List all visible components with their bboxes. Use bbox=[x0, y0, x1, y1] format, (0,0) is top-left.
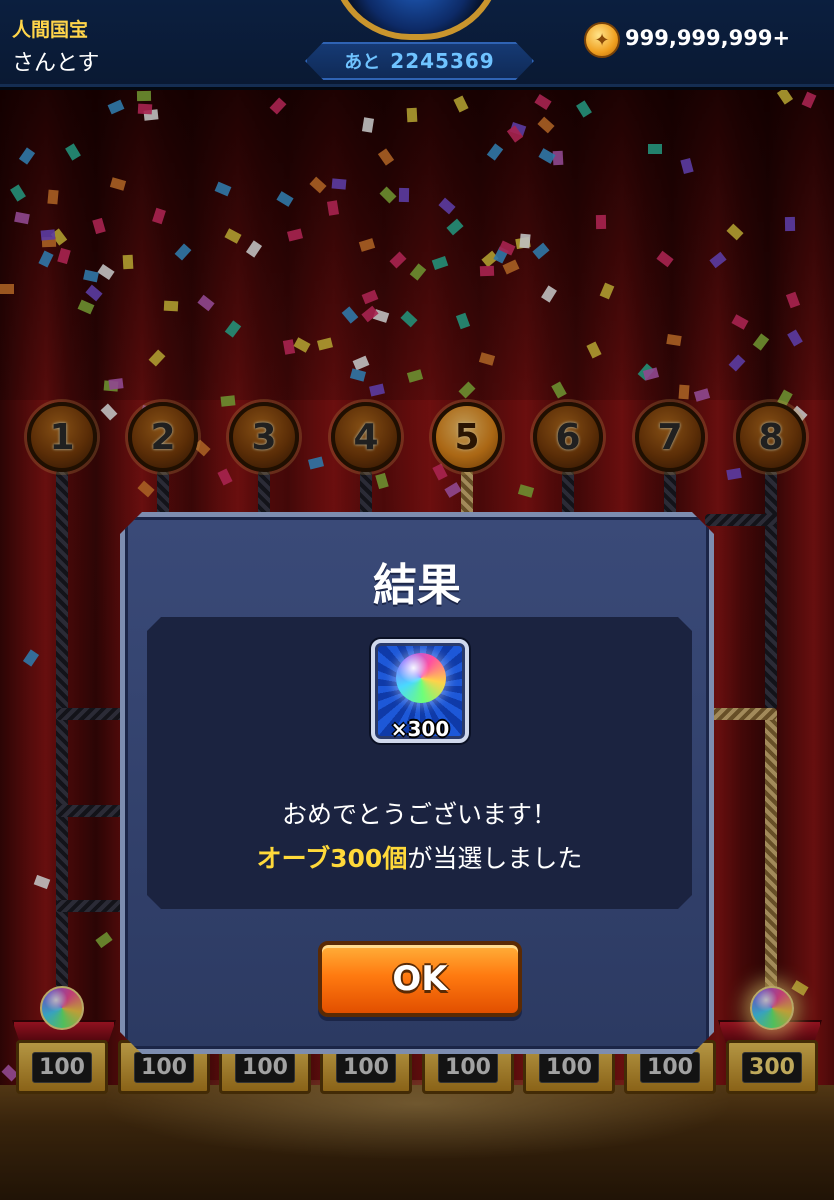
coin-amount: 999,999,999+ bbox=[625, 26, 791, 50]
player-title: 人間国宝 bbox=[12, 19, 89, 41]
ok-button[interactable]: OK bbox=[318, 941, 522, 1017]
top-bar: 人間国宝 さんとす あと 2245369 ✦ 999,999,999+ bbox=[0, 0, 834, 87]
remaining-counter: あと 2245369 bbox=[305, 42, 534, 80]
remaining-prefix: あと bbox=[344, 52, 381, 73]
reward-quantity: ×300 bbox=[390, 717, 450, 741]
orb-icon bbox=[396, 653, 446, 703]
result-dialog: 結果 ×300 おめでとうございます！ オーブ300個が当選しました OK bbox=[120, 512, 714, 1054]
prize-highlight: オーブ300個 bbox=[256, 844, 408, 873]
result-panel: ×300 おめでとうございます！ オーブ300個が当選しました bbox=[147, 617, 692, 909]
prize-message-rest: が当選しました bbox=[407, 844, 583, 873]
congrats-message: おめでとうございます！ bbox=[281, 800, 557, 829]
dialog-title: 結果 bbox=[373, 560, 461, 611]
reward-item-card: ×300 bbox=[371, 639, 469, 743]
emblem-icon bbox=[330, 0, 502, 40]
player-name: さんとす bbox=[12, 51, 100, 76]
prize-message: オーブ300個が当選しました bbox=[147, 839, 692, 875]
remaining-value: 2245369 bbox=[390, 49, 495, 73]
coin-icon: ✦ bbox=[584, 22, 620, 58]
